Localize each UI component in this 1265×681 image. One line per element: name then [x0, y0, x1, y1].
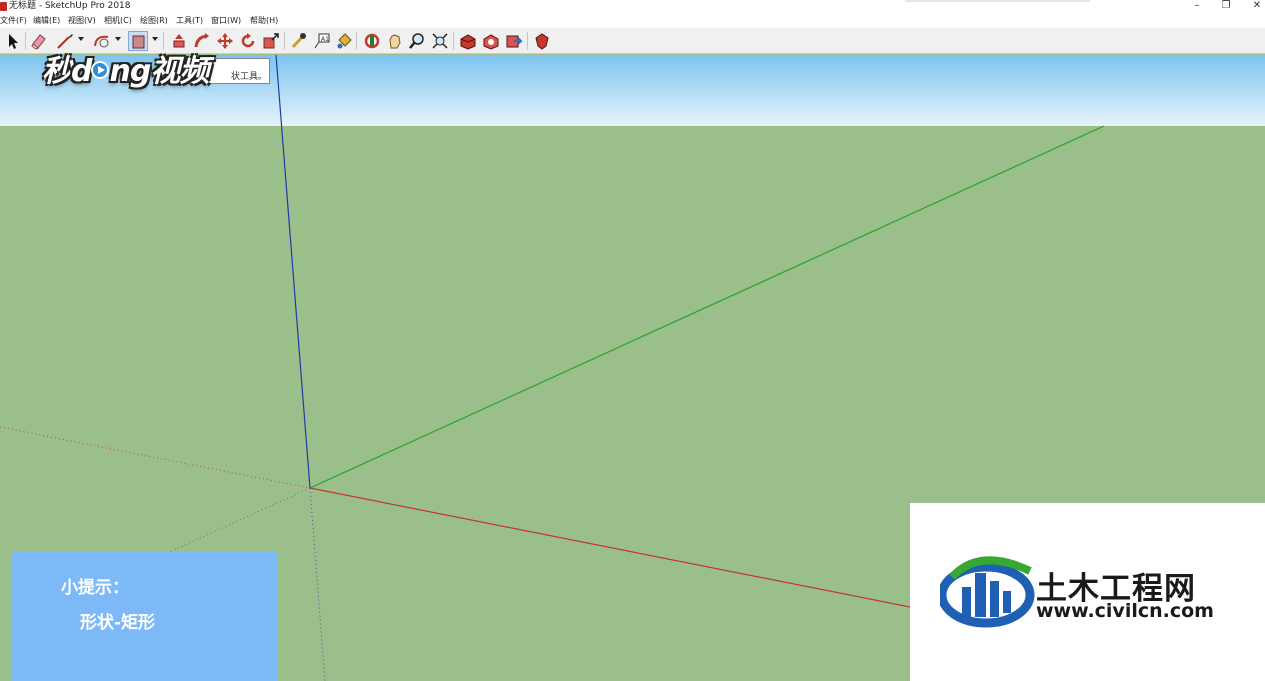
- restore-button[interactable]: ❐: [1215, 0, 1237, 13]
- blue-axis-negative: [309, 487, 326, 681]
- tip-panel: 小提示： 形状-矩形: [11, 552, 277, 681]
- select-tool-button[interactable]: [3, 31, 23, 51]
- video-watermark: 秒d ng视频: [42, 46, 209, 90]
- paint-bucket-tool-button[interactable]: [334, 31, 354, 51]
- menu-bar: 文件(F) 编辑(E) 视图(V) 相机(C) 绘图(R) 工具(T) 窗口(W…: [0, 13, 1265, 28]
- title-bar: 无标题 - SketchUp Pro 2018 – ❐ ✕: [0, 0, 1265, 13]
- sketchup-app-icon: [0, 2, 7, 11]
- red-axis-negative: [0, 426, 311, 489]
- sketchup-window: 无标题 - SketchUp Pro 2018 – ❐ ✕ 文件(F) 编辑(E…: [0, 0, 1265, 681]
- menu-file[interactable]: 文件(F): [0, 15, 27, 26]
- extension-manager-icon: [535, 33, 549, 50]
- toolbar-separator: [527, 32, 528, 50]
- extension-warehouse-icon: [483, 34, 499, 50]
- text-tool-button[interactable]: A1: [312, 31, 332, 51]
- menu-view[interactable]: 视图(V): [68, 15, 96, 26]
- scale-icon: [263, 33, 279, 49]
- orbit-tool-button[interactable]: [362, 31, 382, 51]
- 3d-warehouse-icon: [460, 34, 476, 50]
- toolbar-separator: [284, 32, 285, 50]
- zoom-icon: [409, 33, 424, 49]
- menu-draw[interactable]: 绘图(R): [140, 15, 168, 26]
- scale-tool-button[interactable]: [261, 31, 281, 51]
- menu-edit[interactable]: 编辑(E): [33, 15, 60, 26]
- 3d-warehouse-button[interactable]: [458, 31, 478, 51]
- close-button[interactable]: ✕: [1246, 0, 1265, 13]
- move-icon: [217, 33, 233, 49]
- tip-title: 小提示：: [61, 578, 129, 598]
- pan-tool-button[interactable]: [385, 31, 405, 51]
- toolbar-separator: [453, 32, 454, 50]
- rotate-tool-button[interactable]: [238, 31, 258, 51]
- toolbar-separator: [356, 32, 357, 50]
- menu-camera[interactable]: 相机(C): [104, 15, 132, 26]
- shape-tool-dropdown-icon[interactable]: [152, 37, 158, 41]
- tip-text: 形状-矩形: [80, 613, 156, 633]
- zoom-tool-button[interactable]: [407, 31, 427, 51]
- menu-window[interactable]: 窗口(W): [211, 15, 241, 26]
- menu-tools[interactable]: 工具(T): [176, 15, 203, 26]
- arc-tool-dropdown-icon[interactable]: [115, 37, 121, 41]
- send-to-layout-icon: [506, 35, 523, 48]
- extension-manager-button[interactable]: [532, 31, 552, 51]
- line-tool-dropdown-icon[interactable]: [78, 37, 84, 41]
- minimize-button[interactable]: –: [1186, 0, 1208, 13]
- title-bar-blank-field: [905, 0, 1090, 2]
- extension-warehouse-button[interactable]: [481, 31, 501, 51]
- blue-axis: [275, 55, 311, 489]
- logo-url: www.civilcn.com: [1036, 600, 1214, 622]
- green-axis: [309, 125, 1105, 489]
- svg-text:A1: A1: [321, 36, 329, 43]
- tape-measure-icon: [291, 33, 306, 49]
- red-axis: [309, 487, 911, 608]
- watermark-text-right: ng视频: [109, 54, 209, 89]
- green-axis-negative: [149, 487, 311, 562]
- tape-measure-tool-button[interactable]: [289, 31, 309, 51]
- window-title: 无标题 - SketchUp Pro 2018: [9, 1, 131, 11]
- menu-help[interactable]: 帮助(H): [250, 15, 278, 26]
- text-icon: A1: [314, 33, 330, 49]
- site-logo-panel: 土木工程网 www.civilcn.com: [910, 503, 1265, 681]
- pan-icon: [389, 34, 401, 49]
- select-icon: [9, 34, 18, 49]
- civilcn-logo-icon: [940, 556, 1035, 628]
- rotate-icon: [241, 33, 255, 48]
- zoom-extents-icon: [432, 33, 448, 49]
- zoom-extents-tool-button[interactable]: [430, 31, 450, 51]
- play-icon: [91, 60, 110, 79]
- toolbar-separator: [25, 32, 26, 50]
- watermark-text-mid: d: [71, 54, 93, 89]
- send-to-layout-button[interactable]: [504, 31, 524, 51]
- move-tool-button[interactable]: [215, 31, 235, 51]
- watermark-text-left: 秒: [42, 54, 72, 89]
- orbit-icon: [364, 33, 380, 49]
- paint-bucket-icon: [337, 33, 352, 49]
- tooltip-text: 状工具。: [231, 72, 268, 82]
